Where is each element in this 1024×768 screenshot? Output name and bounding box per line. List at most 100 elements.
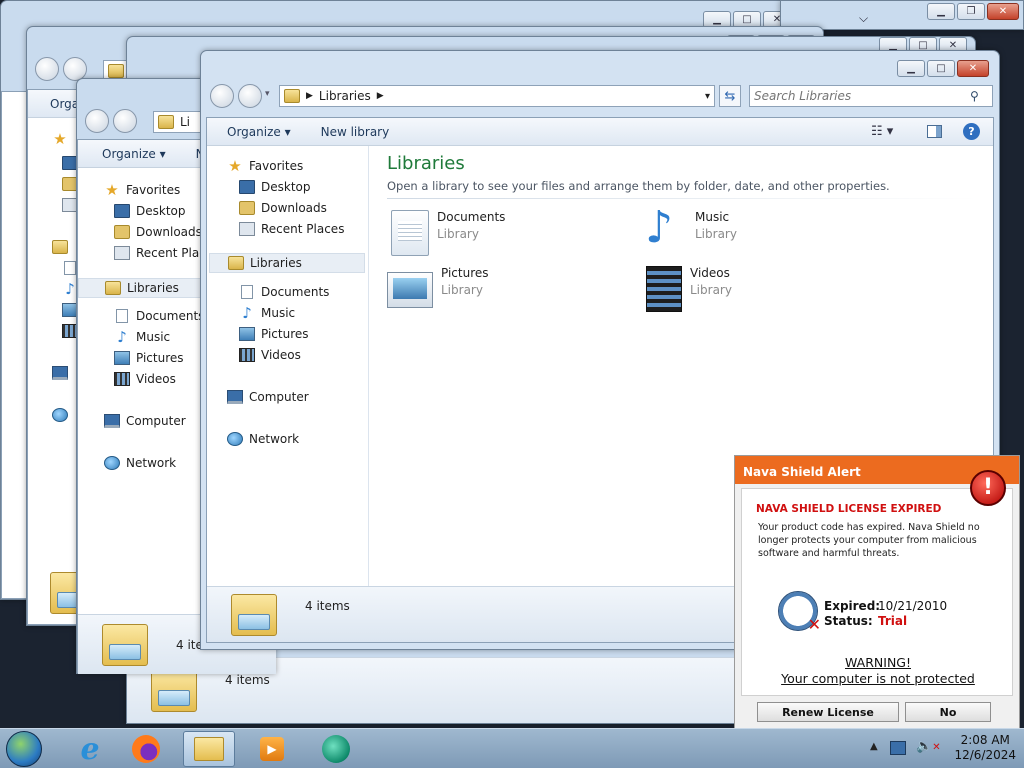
status-label: Status:	[824, 614, 873, 628]
search-box[interactable]: ⚲	[749, 85, 993, 107]
libraries-icon	[52, 240, 68, 254]
library-tile-documents[interactable]: Documents Library	[387, 210, 505, 256]
libraries-icon	[108, 64, 124, 78]
new-library-button[interactable]: New library	[321, 125, 390, 139]
show-hidden-icons-icon[interactable]: ▲	[870, 741, 878, 752]
breadcrumb[interactable]: Libraries	[319, 89, 371, 103]
forward-button[interactable]	[113, 109, 137, 133]
nav-music[interactable]: ♪ Music	[114, 330, 171, 345]
forward-button[interactable]	[238, 84, 262, 108]
expired-label: Expired:	[824, 599, 881, 613]
taskbar-app[interactable]	[310, 731, 362, 767]
nav-computer[interactable]: Computer	[227, 390, 309, 404]
library-tile-videos[interactable]: Videos Library	[641, 266, 732, 312]
documents-icon	[64, 261, 76, 275]
nav-desktop[interactable]: Desktop	[114, 204, 186, 218]
library-tile-music[interactable]: Music Library	[641, 206, 737, 256]
refresh-button[interactable]: ⇆	[719, 85, 741, 107]
downloads-icon	[239, 201, 255, 215]
search-input[interactable]	[754, 89, 964, 103]
file-explorer-icon	[194, 737, 224, 761]
nav-label: Desktop	[136, 204, 186, 218]
nav-pictures[interactable]: Pictures	[239, 327, 309, 341]
nav-videos[interactable]: Videos	[114, 372, 176, 386]
nav-computer[interactable]: Computer	[104, 414, 186, 428]
nav-label: Music	[136, 330, 171, 344]
nav-label: Computer	[126, 414, 186, 428]
volume-muted-icon[interactable]: 🔈✕	[916, 739, 941, 754]
library-tile-pictures[interactable]: Pictures Library	[387, 266, 489, 308]
minimize-button[interactable]: ▁	[927, 3, 955, 20]
close-button[interactable]: ✕	[987, 3, 1019, 20]
music-library-icon	[641, 206, 687, 256]
nav-videos[interactable]: Videos	[239, 348, 301, 362]
nav-documents[interactable]: Documents	[239, 285, 329, 299]
recent-places-icon	[239, 222, 255, 236]
taskbar-file-explorer[interactable]	[183, 731, 235, 767]
library-type: Library	[690, 283, 732, 297]
nav-downloads[interactable]: Downloads	[114, 225, 202, 239]
network-tray-icon[interactable]	[890, 741, 906, 755]
taskbar-firefox[interactable]	[120, 731, 172, 767]
nav-network[interactable]: Network	[227, 432, 299, 446]
nav-favorites[interactable]: ★ Favorites	[227, 159, 303, 174]
nav-downloads[interactable]: Downloads	[239, 201, 327, 215]
start-button[interactable]	[6, 731, 42, 767]
nav-label: Downloads	[261, 201, 327, 215]
desktop-icon	[114, 204, 130, 218]
library-name: Pictures	[441, 266, 489, 280]
nav-desktop[interactable]: Desktop	[239, 180, 311, 194]
back-button[interactable]	[85, 109, 109, 133]
nav-label: Videos	[136, 372, 176, 386]
restore-button[interactable]: ❐	[957, 3, 985, 20]
clock-date: 12/6/2024	[954, 748, 1016, 762]
nav-recent-places[interactable]: Recent Places	[239, 222, 344, 236]
warning-link[interactable]: Your computer is not protected	[742, 671, 1014, 686]
breadcrumb-arrow-icon[interactable]: ▶	[377, 91, 384, 101]
organize-button[interactable]: Orga	[50, 97, 79, 111]
recent-pages-dropdown[interactable]: ▾	[265, 89, 270, 99]
organize-button[interactable]: Organize ▾	[102, 147, 166, 161]
view-options-icon[interactable]: ☷ ▾	[871, 124, 893, 139]
maximize-button[interactable]: □	[927, 60, 955, 77]
back-button[interactable]	[210, 84, 234, 108]
nava-shield-alert[interactable]: Nava Shield Alert NAVA SHIELD LICENSE EX…	[734, 455, 1020, 729]
back-button[interactable]	[35, 57, 59, 81]
nav-pictures[interactable]: Pictures	[114, 351, 184, 365]
minimize-button[interactable]: ▁	[897, 60, 925, 77]
library-text: Videos Library	[690, 266, 732, 297]
taskbar-internet-explorer[interactable]: e	[64, 731, 116, 767]
breadcrumb-separator-icon[interactable]: ▶	[306, 91, 313, 101]
nav-label: Documents	[261, 285, 330, 299]
no-button[interactable]: No	[905, 702, 991, 722]
chevron-down-icon[interactable]: ⌵	[859, 11, 868, 26]
nav-label: Libraries	[127, 281, 179, 295]
nav-music[interactable]: ♪ Music	[239, 306, 295, 321]
item-count: 4 items	[225, 672, 270, 687]
alert-body: NAVA SHIELD LICENSE EXPIRED Your product…	[741, 488, 1013, 696]
close-button[interactable]: ✕	[957, 60, 989, 77]
taskbar-media-player[interactable]: ▶	[246, 731, 298, 767]
system-clock[interactable]: 2:08 AM 12/6/2024	[954, 733, 1016, 763]
renew-license-button[interactable]: Renew License	[757, 702, 899, 722]
nav-libraries[interactable]: Libraries	[209, 253, 365, 273]
preview-pane-icon[interactable]	[927, 125, 942, 138]
library-name: Videos	[690, 266, 730, 280]
nav-network[interactable]: Network	[104, 456, 176, 470]
help-icon[interactable]: ?	[963, 123, 980, 140]
nav-favorites[interactable]: ★ Favorites	[104, 183, 180, 198]
folder-icon	[102, 623, 148, 666]
organize-button[interactable]: Organize ▾	[227, 125, 291, 139]
nav-label: Videos	[261, 348, 301, 362]
nav-label: Pictures	[136, 351, 184, 365]
network-icon	[104, 456, 120, 470]
library-name: Documents	[437, 210, 506, 224]
nav-label: Documents	[136, 309, 205, 323]
search-icon[interactable]: ⚲	[970, 89, 979, 103]
address-dropdown-icon[interactable]: ▾	[705, 91, 710, 102]
expired-value: 10/21/2010	[878, 599, 948, 613]
nav-documents[interactable]: Documents	[114, 309, 204, 323]
address-bar[interactable]: ▶ Libraries ▶ ▾	[279, 85, 715, 107]
nav-recent-places[interactable]: Recent Place	[114, 246, 213, 260]
pictures-icon	[239, 327, 255, 341]
